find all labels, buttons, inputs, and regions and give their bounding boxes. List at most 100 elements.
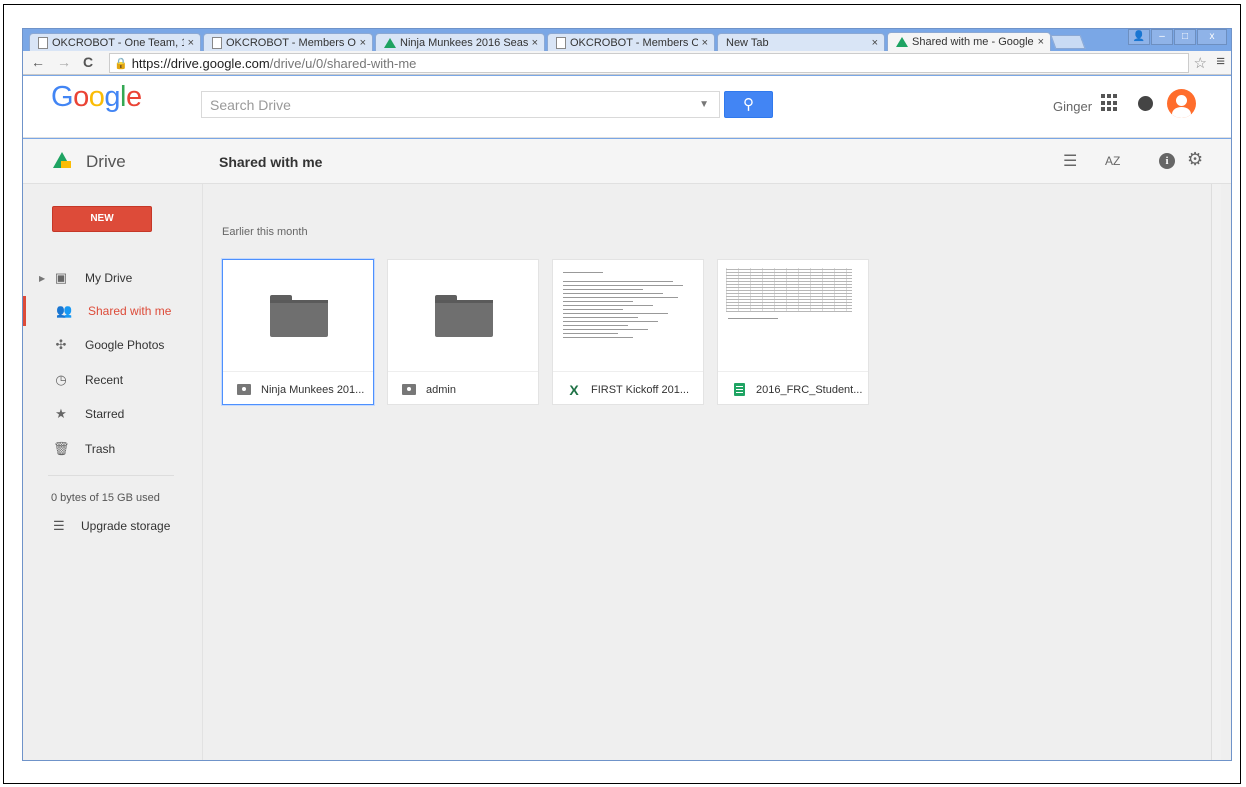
sidebar-item-label: Recent (85, 373, 124, 387)
file-grid: Earlier this month Ninja Munkees 201... (204, 184, 1221, 760)
file-card[interactable]: 2016_FRC_Student... (717, 259, 869, 405)
sidebar-item-label: Trash (85, 442, 116, 456)
trash-icon: 🗑 (53, 441, 70, 456)
sidebar-item-google-photos[interactable]: ✣ Google Photos (23, 330, 203, 360)
sidebar-item-label: Starred (85, 407, 125, 421)
sidebar-item-shared-with-me[interactable]: 👥 Shared with me (23, 296, 203, 326)
google-logo[interactable]: Google (51, 81, 142, 114)
close-window-button[interactable]: x (1197, 29, 1227, 45)
avatar[interactable] (1167, 89, 1196, 118)
notifications-icon[interactable] (1138, 96, 1153, 111)
tab-close-icon[interactable]: × (188, 37, 194, 49)
sidebar-item-label: My Drive (85, 271, 133, 285)
shared-folder-icon (237, 384, 251, 396)
file-name: FIRST Kickoff 201... (591, 383, 690, 396)
storage-icon: ☰ (53, 518, 65, 533)
my-drive-icon: ▣ (54, 270, 68, 285)
tab-title: OKCROBOT - One Team, 1 (52, 36, 184, 49)
search-placeholder: Search Drive (210, 96, 291, 113)
minimize-button[interactable]: – (1151, 29, 1173, 45)
drive-icon (896, 37, 908, 47)
search-input[interactable]: Search Drive ▼ (201, 91, 720, 118)
list-view-icon[interactable]: ☰ (1063, 151, 1077, 171)
settings-icon[interactable]: ⚙ (1187, 149, 1203, 170)
upgrade-storage-link[interactable]: ☰ Upgrade storage (23, 512, 203, 540)
folder-icon (270, 295, 328, 337)
logo-letter: g (104, 81, 120, 113)
info-icon[interactable]: i (1159, 153, 1175, 169)
scrollbar[interactable] (1211, 184, 1221, 760)
sort-icon[interactable]: AZ (1105, 154, 1120, 168)
sidebar-divider (48, 475, 174, 476)
tab-title: OKCROBOT - Members O (570, 36, 698, 49)
tab-close-icon[interactable]: × (872, 37, 878, 49)
back-arrow-icon[interactable]: ← (31, 54, 45, 70)
tab-close-icon[interactable]: × (1038, 36, 1044, 48)
spreadsheet-preview (726, 268, 852, 312)
reload-icon[interactable]: C (83, 54, 93, 70)
sidebar-item-label: Google Photos (85, 338, 165, 352)
tab-close-icon[interactable]: × (360, 37, 366, 49)
page-title: Shared with me (219, 154, 323, 170)
url-host: https://drive.google.com (131, 55, 270, 71)
sidebar: NEW ▶ ▣ My Drive 👥 Shared with me ✣ Goog… (23, 184, 203, 760)
browser-menu-icon[interactable]: ≡ (1216, 53, 1225, 70)
user-profile-icon[interactable]: 👤 (1128, 29, 1150, 45)
sidebar-item-my-drive[interactable]: ▶ ▣ My Drive (23, 263, 203, 293)
lock-icon: 🔒 (114, 57, 128, 70)
drive-logo-icon[interactable] (53, 152, 71, 168)
file-card-footer: 2016_FRC_Student... (718, 373, 868, 406)
url-path: /drive/u/0/shared-with-me (269, 55, 417, 71)
file-card-footer: Ninja Munkees 201... (223, 373, 373, 406)
spreadsheet-thumbnail (718, 260, 868, 372)
browser-tab[interactable]: OKCROBOT - One Team, 1 × (29, 33, 201, 51)
search-icon: ⚲ (743, 96, 754, 113)
expand-arrow-icon[interactable]: ▶ (39, 274, 45, 283)
sidebar-item-starred[interactable]: ★ Starred (23, 399, 203, 429)
apps-grid-icon[interactable] (1101, 94, 1119, 112)
shared-folder-icon (402, 384, 416, 396)
file-card[interactable]: X FIRST Kickoff 201... (552, 259, 704, 405)
window-controls: 👤 – □ x (1127, 29, 1227, 45)
google-bar: Google Search Drive ▼ ⚲ Ginger (23, 76, 1231, 138)
photos-pinwheel-icon: ✣ (55, 337, 67, 352)
tab-title: OKCROBOT - Members O (226, 36, 356, 49)
browser-tab[interactable]: OKCROBOT - Members O × (547, 33, 715, 51)
browser-tab[interactable]: Ninja Munkees 2016 Seaso × (375, 33, 545, 51)
browser-tab-active[interactable]: Shared with me - Google D × (887, 32, 1051, 51)
search-button[interactable]: ⚲ (724, 91, 773, 118)
browser-tab[interactable]: New Tab × (717, 33, 885, 51)
folder-thumbnail (388, 260, 538, 372)
tab-close-icon[interactable]: × (532, 37, 538, 49)
main-area: NEW ▶ ▣ My Drive 👥 Shared with me ✣ Goog… (23, 184, 1231, 760)
new-button[interactable]: NEW (52, 206, 152, 232)
user-name: Ginger (1053, 99, 1093, 114)
address-bar[interactable]: 🔒 https://drive.google.com /drive/u/0/sh… (109, 53, 1189, 73)
document-thumbnail (553, 260, 703, 372)
tab-close-icon[interactable]: × (702, 37, 708, 49)
drive-app-name[interactable]: Drive (86, 152, 126, 172)
maximize-button[interactable]: □ (1174, 29, 1196, 45)
file-name: 2016_FRC_Student... (756, 383, 862, 396)
page-icon (212, 36, 222, 49)
shared-people-icon: 👥 (56, 303, 73, 318)
logo-letter: o (88, 81, 105, 113)
logo-letter: G (51, 81, 74, 113)
star-icon: ★ (55, 406, 67, 421)
search-options-caret-icon[interactable]: ▼ (699, 99, 709, 110)
forward-arrow-icon[interactable]: → (57, 54, 71, 70)
file-card[interactable]: admin (387, 259, 539, 405)
tab-title: Shared with me - Google D (912, 36, 1034, 48)
file-card-footer: X FIRST Kickoff 201... (553, 373, 703, 406)
section-label: Earlier this month (222, 226, 308, 238)
tab-title: Ninja Munkees 2016 Seaso (400, 36, 528, 49)
storage-usage: 0 bytes of 15 GB used (51, 492, 160, 504)
browser-tab[interactable]: OKCROBOT - Members O × (203, 33, 373, 51)
file-name: Ninja Munkees 201... (261, 383, 365, 396)
sidebar-item-recent[interactable]: ◷ Recent (23, 365, 203, 395)
new-tab-button[interactable] (1050, 35, 1086, 49)
sidebar-item-trash[interactable]: 🗑 Trash (23, 434, 203, 464)
file-card[interactable]: Ninja Munkees 201... (222, 259, 374, 405)
bookmark-star-icon[interactable]: ☆ (1194, 54, 1207, 72)
document-preview (563, 272, 693, 341)
